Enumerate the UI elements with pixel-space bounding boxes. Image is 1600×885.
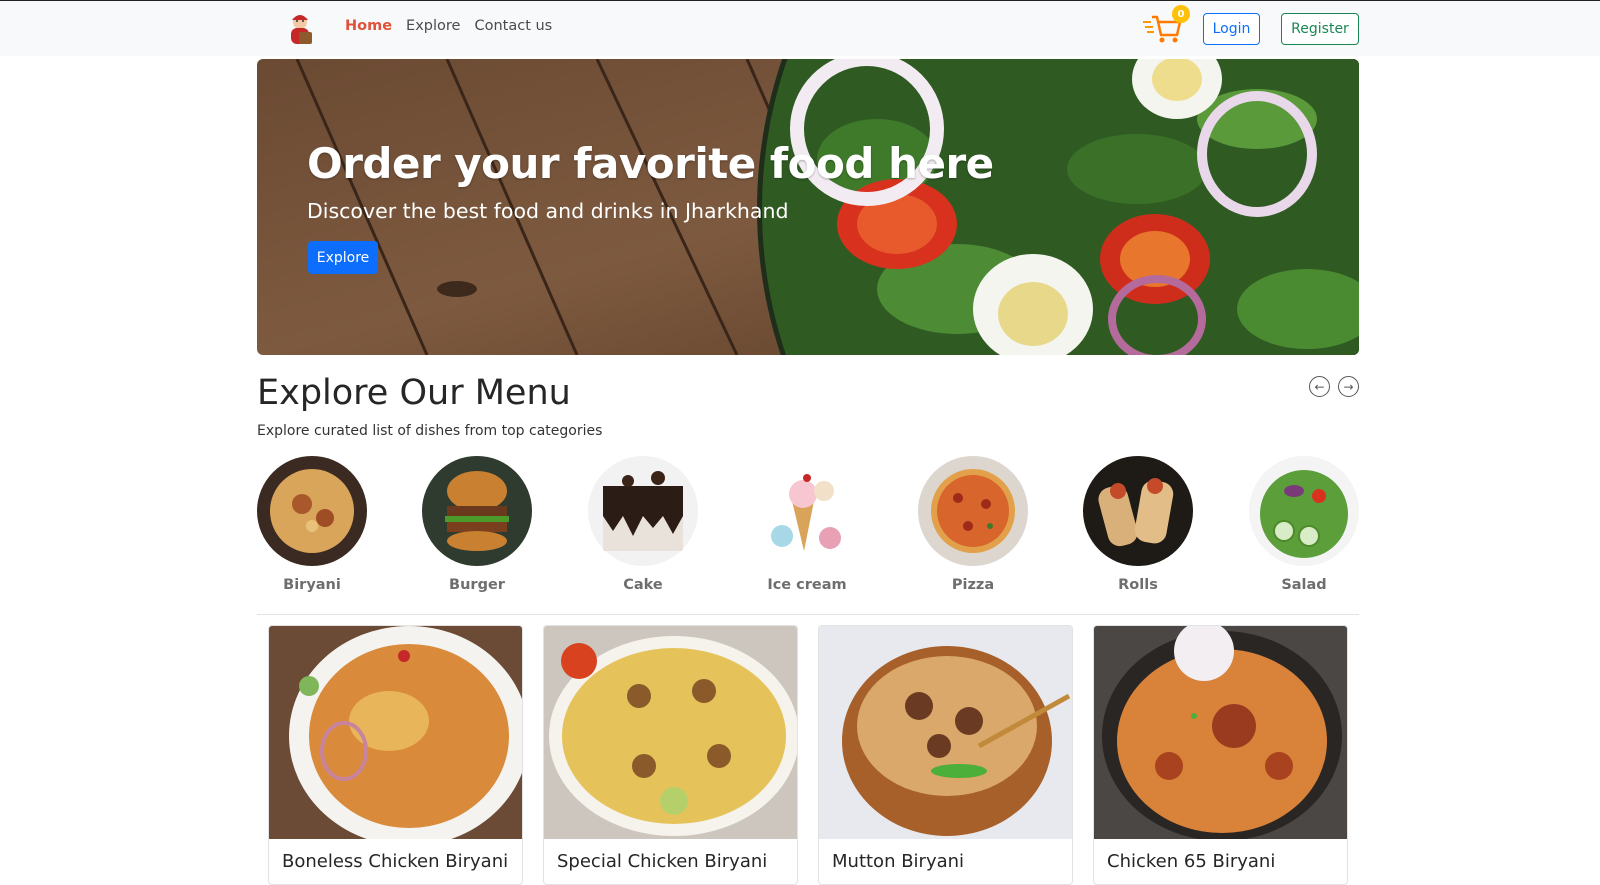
hero-title: Order your favorite food here [307, 139, 994, 188]
category-label: Burger [449, 577, 505, 593]
ice-cream-image [752, 456, 862, 566]
category-label: Ice cream [767, 577, 847, 593]
cart-count-badge: 0 [1172, 5, 1190, 23]
hero-subtitle: Discover the best food and drinks in Jha… [307, 199, 789, 223]
nav-links: Home Explore Contact us [345, 18, 552, 34]
category-label: Salad [1281, 577, 1327, 593]
category-burger[interactable]: Burger [422, 456, 532, 593]
category-biryani[interactable]: Biryani [257, 456, 367, 593]
category-label: Cake [623, 577, 663, 593]
cake-image [588, 456, 698, 566]
navbar: Home Explore Contact us 0 Login Register [0, 0, 1600, 56]
category-label: Pizza [951, 577, 995, 593]
food-card[interactable]: Mutton Biryani [818, 625, 1073, 885]
pizza-image [918, 456, 1028, 566]
food-name: Special Chicken Biryani [557, 851, 768, 872]
food-card[interactable]: Boneless Chicken Biryani [268, 625, 523, 885]
hero-banner: Order your favorite food here Discover t… [257, 59, 1359, 355]
arrow-right-icon: → [1343, 379, 1354, 394]
food-name: Chicken 65 Biryani [1107, 851, 1276, 872]
nav-link-home[interactable]: Home [345, 18, 392, 34]
delivery-man-logo-icon [291, 15, 312, 44]
category-ice-cream[interactable]: Ice cream [752, 456, 862, 593]
hero-explore-button[interactable]: Explore [308, 241, 378, 274]
rolls-image [1083, 456, 1193, 566]
register-button[interactable]: Register [1281, 13, 1359, 45]
category-pizza[interactable]: Pizza [918, 456, 1028, 593]
food-image [1094, 626, 1347, 839]
category-cake[interactable]: Cake [588, 456, 698, 593]
carousel-prev-button[interactable]: ← [1309, 376, 1330, 397]
food-name: Boneless Chicken Biryani [282, 851, 509, 872]
food-image [269, 626, 522, 839]
nav-link-contact[interactable]: Contact us [474, 18, 552, 34]
menu-title: Explore Our Menu [257, 373, 571, 413]
food-image [544, 626, 797, 839]
food-image [819, 626, 1072, 839]
category-rolls[interactable]: Rolls [1083, 456, 1193, 593]
login-button[interactable]: Login [1203, 13, 1260, 45]
category-label: Rolls [1118, 577, 1158, 593]
carousel-next-button[interactable]: → [1338, 376, 1359, 397]
food-name: Mutton Biryani [832, 851, 965, 872]
burger-image [422, 456, 532, 566]
biryani-image [257, 456, 367, 566]
arrow-left-icon: ← [1314, 379, 1325, 394]
category-salad[interactable]: Salad [1249, 456, 1359, 593]
food-card[interactable]: Chicken 65 Biryani [1093, 625, 1348, 885]
nav-link-explore[interactable]: Explore [406, 18, 460, 34]
logo[interactable] [280, 8, 322, 50]
food-card[interactable]: Special Chicken Biryani [543, 625, 798, 885]
category-label: Biryani [283, 577, 341, 593]
menu-subtitle: Explore curated list of dishes from top … [257, 423, 603, 439]
salad-image [1249, 456, 1359, 566]
section-divider [257, 614, 1359, 615]
